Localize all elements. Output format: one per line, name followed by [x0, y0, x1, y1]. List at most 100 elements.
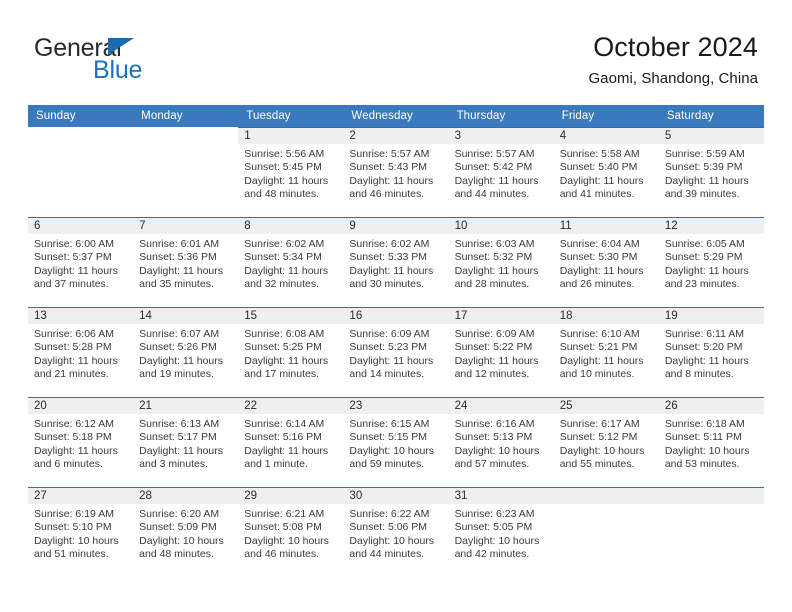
sunrise-text: Sunrise: 6:11 AM [664, 328, 745, 340]
day-cell-inner: 2 Sunrise: 5:57 AM Sunset: 5:43 PM Daylight… [343, 127, 449, 217]
day-number [658, 488, 764, 504]
sunset-text: Sunset: 5:22 PM [454, 341, 533, 354]
sunrise-text: Sunrise: 6:10 AM [559, 328, 640, 340]
sunset-text: Sunset: 5:08 PM [244, 521, 322, 534]
calendar-day-cell[interactable]: 5 Sunrise: 5:59 AM Sunset: 5:39 PM Daylight… [658, 127, 764, 217]
daylight-text: Daylight: 11 hours and 28 minutes. [454, 264, 539, 291]
sunrise-text: Sunrise: 5:56 AM [244, 148, 325, 160]
sunset-text: Sunset: 5:39 PM [664, 161, 743, 174]
day-number: 23 [343, 398, 449, 414]
calendar-day-cell[interactable]: 6 Sunrise: 6:00 AM Sunset: 5:37 PM Daylight… [28, 217, 134, 307]
day-number [133, 127, 238, 143]
calendar-day-cell[interactable]: 17 Sunrise: 6:09 AM Sunset: 5:22 PM Dayligh… [448, 307, 554, 397]
day-number: 29 [238, 488, 344, 504]
day-number: 22 [238, 398, 344, 414]
day-cell-inner: 11 Sunrise: 6:04 AM Sunset: 5:30 PM Dayligh… [553, 217, 659, 307]
sunrise-text: Sunrise: 6:02 AM [244, 238, 325, 250]
day-cell-inner: 18 Sunrise: 6:10 AM Sunset: 5:21 PM Dayligh… [553, 307, 659, 397]
calendar-day-cell[interactable]: 18 Sunrise: 6:10 AM Sunset: 5:21 PM Dayligh… [553, 307, 659, 397]
calendar-day-cell[interactable]: 9 Sunrise: 6:02 AM Sunset: 5:33 PM Daylight… [343, 217, 449, 307]
calendar-day-cell[interactable]: 4 Sunrise: 5:58 AM Sunset: 5:40 PM Daylight… [553, 127, 659, 217]
calendar-day-cell[interactable]: 23 Sunrise: 6:15 AM Sunset: 5:15 PM Dayligh… [343, 397, 449, 487]
calendar-day-cell[interactable]: 16 Sunrise: 6:09 AM Sunset: 5:23 PM Dayligh… [343, 307, 449, 397]
calendar-day-cell[interactable]: 24 Sunrise: 6:16 AM Sunset: 5:13 PM Dayligh… [448, 397, 554, 487]
calendar-day-cell[interactable]: 22 Sunrise: 6:14 AM Sunset: 5:16 PM Dayligh… [238, 397, 344, 487]
sunrise-text: Sunrise: 6:13 AM [139, 418, 220, 430]
calendar-day-cell[interactable]: 29 Sunrise: 6:21 AM Sunset: 5:08 PM Dayligh… [238, 487, 344, 577]
day-cell-inner: 4 Sunrise: 5:58 AM Sunset: 5:40 PM Daylight… [553, 127, 659, 217]
calendar-day-cell[interactable]: 28 Sunrise: 6:20 AM Sunset: 5:09 PM Dayligh… [133, 487, 239, 577]
day-number: 20 [28, 398, 134, 414]
calendar-day-cell[interactable]: 3 Sunrise: 5:57 AM Sunset: 5:42 PM Daylight… [448, 127, 554, 217]
logo-text-blue: Blue [93, 56, 143, 84]
day-number: 24 [448, 398, 554, 414]
daylight-text: Daylight: 10 hours and 57 minutes. [454, 444, 540, 471]
calendar-day-cell[interactable]: 21 Sunrise: 6:13 AM Sunset: 5:17 PM Dayligh… [133, 397, 239, 487]
calendar-header-row: Sunday Monday Tuesday Wednesday Thursday Frid… [28, 105, 764, 127]
sunrise-text: Sunrise: 6:23 AM [454, 508, 535, 520]
sunrise-text: Sunrise: 5:59 AM [664, 148, 745, 160]
title-block: October 2024 Gaomi, Shandong, China [588, 30, 758, 90]
sunrise-text: Sunrise: 6:02 AM [349, 238, 430, 250]
day-number: 9 [343, 218, 449, 234]
daylight-text: Daylight: 11 hours and 6 minutes. [34, 444, 118, 471]
weekday-header-row: Sunday Monday Tuesday Wednesday Thursday Frid… [28, 105, 764, 127]
sunrise-text: Sunrise: 6:12 AM [34, 418, 114, 430]
day-number [28, 127, 133, 143]
sunrise-text: Sunrise: 6:07 AM [139, 328, 220, 340]
sunrise-text: Sunrise: 6:15 AM [349, 418, 430, 430]
calendar-day-cell[interactable]: 8 Sunrise: 6:02 AM Sunset: 5:34 PM Daylight… [238, 217, 344, 307]
day-details: Sunrise: 6:15 AM Sunset: 5:15 PM Daylight:… [343, 414, 448, 472]
sunset-text: Sunset: 5:30 PM [559, 251, 638, 264]
calendar-day-cell[interactable]: 31 Sunrise: 6:23 AM Sunset: 5:05 PM Dayligh… [448, 487, 554, 577]
day-cell-inner: 5 Sunrise: 5:59 AM Sunset: 5:39 PM Daylight… [658, 127, 764, 217]
calendar-day-cell[interactable]: 15 Sunrise: 6:08 AM Sunset: 5:25 PM Dayligh… [238, 307, 344, 397]
page-title: October 2024 [593, 32, 758, 62]
daylight-text: Daylight: 11 hours and 21 minutes. [34, 354, 118, 381]
calendar-day-cell[interactable]: 30 Sunrise: 6:22 AM Sunset: 5:06 PM Dayligh… [343, 487, 449, 577]
day-details: Sunrise: 6:02 AM Sunset: 5:33 PM Daylight:… [343, 234, 448, 292]
day-number: 6 [28, 218, 134, 234]
weekday-header-sunday: Sunday [28, 105, 134, 127]
calendar-day-cell[interactable]: 13 Sunrise: 6:06 AM Sunset: 5:28 PM Dayligh… [28, 307, 134, 397]
sunrise-text: Sunrise: 6:20 AM [139, 508, 220, 520]
day-cell-inner [658, 487, 764, 577]
calendar-day-cell[interactable]: 27 Sunrise: 6:19 AM Sunset: 5:10 PM Dayligh… [28, 487, 134, 577]
sunset-text: Sunset: 5:23 PM [349, 341, 428, 354]
weekday-header-saturday: Saturday [658, 105, 764, 127]
calendar-day-cell[interactable]: 10 Sunrise: 6:03 AM Sunset: 5:32 PM Dayligh… [448, 217, 554, 307]
calendar-table: Sunday Monday Tuesday Wednesday Thursday Frid… [28, 105, 764, 577]
daylight-text: Daylight: 11 hours and 8 minutes. [664, 354, 749, 381]
day-cell-inner: 1 Sunrise: 5:56 AM Sunset: 5:45 PM Daylight… [238, 127, 344, 217]
day-details: Sunrise: 6:02 AM Sunset: 5:34 PM Daylight:… [238, 234, 343, 292]
calendar-day-cell[interactable]: 12 Sunrise: 6:05 AM Sunset: 5:29 PM Dayligh… [658, 217, 764, 307]
daylight-text: Daylight: 11 hours and 14 minutes. [349, 354, 434, 381]
daylight-text: Daylight: 10 hours and 48 minutes. [139, 534, 224, 561]
day-cell-inner: 9 Sunrise: 6:02 AM Sunset: 5:33 PM Daylight… [343, 217, 449, 307]
calendar-day-cell[interactable]: 7 Sunrise: 6:01 AM Sunset: 5:36 PM Daylight… [133, 217, 239, 307]
sunrise-text: Sunrise: 6:03 AM [454, 238, 535, 250]
calendar-day-cell[interactable]: 26 Sunrise: 6:18 AM Sunset: 5:11 PM Dayligh… [658, 397, 764, 487]
general-blue-logo[interactable]: General Blue [34, 34, 254, 88]
day-details: Sunrise: 6:01 AM Sunset: 5:36 PM Daylight:… [133, 234, 238, 292]
day-details: Sunrise: 6:13 AM Sunset: 5:17 PM Daylight:… [133, 414, 238, 472]
day-number: 15 [238, 308, 344, 324]
calendar-day-cell[interactable]: 11 Sunrise: 6:04 AM Sunset: 5:30 PM Dayligh… [553, 217, 659, 307]
day-details: Sunrise: 6:09 AM Sunset: 5:23 PM Daylight:… [343, 324, 448, 382]
day-details: Sunrise: 5:57 AM Sunset: 5:43 PM Daylight:… [343, 144, 448, 202]
calendar-day-cell[interactable]: 14 Sunrise: 6:07 AM Sunset: 5:26 PM Dayligh… [133, 307, 239, 397]
calendar-day-cell[interactable]: 1 Sunrise: 5:56 AM Sunset: 5:45 PM Daylight… [238, 127, 344, 217]
day-cell-inner: 15 Sunrise: 6:08 AM Sunset: 5:25 PM Dayligh… [238, 307, 344, 397]
day-details: Sunrise: 6:14 AM Sunset: 5:16 PM Daylight:… [238, 414, 343, 472]
day-number: 31 [448, 488, 554, 504]
day-number: 3 [448, 128, 554, 144]
calendar-day-cell[interactable]: 19 Sunrise: 6:11 AM Sunset: 5:20 PM Dayligh… [658, 307, 764, 397]
sunrise-text: Sunrise: 6:08 AM [244, 328, 325, 340]
day-cell-inner [553, 487, 659, 577]
calendar-day-cell[interactable]: 25 Sunrise: 6:17 AM Sunset: 5:12 PM Dayligh… [553, 397, 659, 487]
day-details: Sunrise: 6:18 AM Sunset: 5:11 PM Daylight:… [659, 414, 764, 472]
calendar-day-cell[interactable]: 2 Sunrise: 5:57 AM Sunset: 5:43 PM Daylight… [343, 127, 449, 217]
day-number: 21 [133, 398, 239, 414]
calendar-day-cell[interactable]: 20 Sunrise: 6:12 AM Sunset: 5:18 PM Dayligh… [28, 397, 134, 487]
daylight-text: Daylight: 11 hours and 12 minutes. [454, 354, 539, 381]
